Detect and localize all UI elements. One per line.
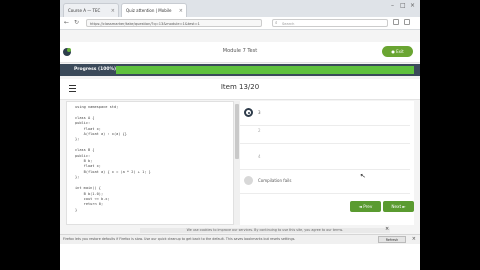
- code-panel: using namespace std; class A { public: f…: [66, 101, 234, 225]
- search-icon: ⌕: [275, 21, 278, 26]
- letterbox-right: [420, 0, 480, 270]
- empty-area: [60, 244, 420, 270]
- tab-label: Course A — TEC: [68, 8, 101, 13]
- bookmarks-icon[interactable]: [393, 19, 399, 25]
- close-notification-icon[interactable]: ×: [412, 235, 416, 244]
- tab-label: Quiz attention | Mobile: [126, 8, 172, 13]
- tab-quiz[interactable]: Quiz attention | Mobile ×: [121, 3, 187, 17]
- close-tab-icon[interactable]: ×: [179, 4, 183, 17]
- notification-bar: Firefox lets you restore defaults if Fir…: [60, 234, 420, 249]
- minimize-icon[interactable]: –: [391, 2, 394, 9]
- tab-course[interactable]: Course A — TEC ×: [63, 3, 119, 17]
- answer-label: 4: [258, 154, 261, 159]
- page-title: Module 7 Test: [222, 48, 258, 54]
- close-tab-icon[interactable]: ×: [111, 4, 115, 17]
- question-header: Item 13/20: [60, 79, 420, 100]
- reload-icon[interactable]: ↻: [74, 19, 79, 26]
- exit-button[interactable]: ● Exit: [382, 46, 413, 57]
- close-window-icon[interactable]: ×: [410, 2, 415, 9]
- cookie-notice: We use cookies to improve our services. …: [140, 228, 390, 233]
- answer-option-3[interactable]: 4: [240, 145, 410, 170]
- answer-option-2[interactable]: 2: [240, 119, 410, 144]
- back-icon[interactable]: ←: [64, 19, 69, 26]
- letterbox-left: [0, 0, 60, 270]
- search-input[interactable]: ⌕ Search: [272, 19, 388, 27]
- progress-bar: [116, 66, 414, 74]
- answer-option-4[interactable]: Compilation fails: [240, 169, 410, 194]
- prev-button[interactable]: ◄ Prev: [350, 201, 381, 212]
- radio-unselected-icon[interactable]: [244, 176, 253, 185]
- answer-label: 3: [258, 110, 261, 115]
- mouse-cursor-icon: ↖: [359, 171, 367, 181]
- search-placeholder: Search: [282, 22, 295, 26]
- answer-label: 2: [258, 128, 261, 133]
- answer-label: Compilation fails: [258, 178, 292, 183]
- url-bar[interactable]: https://classmarker/take/question/?q=13&…: [86, 19, 262, 27]
- scrollbar-thumb[interactable]: [235, 104, 239, 159]
- close-notice-icon[interactable]: ×: [385, 226, 389, 232]
- next-button[interactable]: Next ►: [383, 201, 414, 212]
- browser-window: Course A — TEC × Quiz attention | Mobile…: [60, 0, 420, 270]
- radio-selected-icon[interactable]: [244, 108, 253, 117]
- item-counter: Item 13/20: [220, 83, 260, 91]
- progress-section: Progress (100%): [60, 64, 420, 76]
- progress-fill: [116, 66, 414, 74]
- code-block: using namespace std; class A { public: f…: [75, 105, 151, 212]
- app-header: Module 7 Test ● Exit: [60, 42, 420, 63]
- progress-label: Progress (100%): [74, 67, 117, 72]
- notification-text: Firefox lets you restore defaults if Fir…: [63, 237, 296, 241]
- navigation-bar: ← ↻ https://classmarker/take/question/?q…: [60, 17, 420, 30]
- maximize-icon[interactable]: □: [400, 2, 406, 9]
- menu-icon[interactable]: [404, 19, 410, 25]
- refresh-firefox-button[interactable]: Refresh Firefox...: [378, 236, 406, 249]
